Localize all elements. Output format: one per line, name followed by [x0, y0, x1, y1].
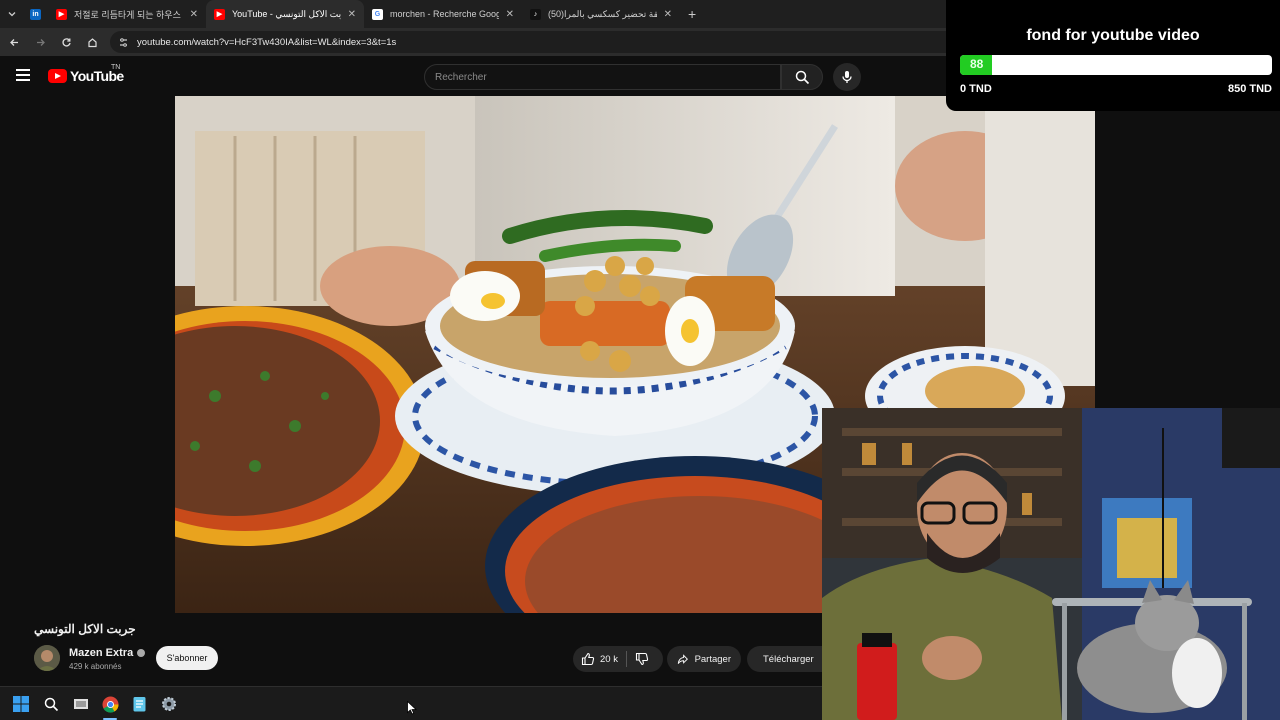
search-input[interactable]: Rechercher	[424, 64, 781, 90]
youtube-favicon-icon: ▶	[56, 8, 67, 20]
tab-search-button[interactable]	[0, 0, 24, 28]
windows-start-icon[interactable]	[12, 695, 30, 713]
tab-2-active[interactable]: ▶ YouTube - جربت الاكل التونسي ✕	[206, 0, 364, 28]
screen: in ▶ 저절로 리듬타게 되는 하우스 ✕ ▶ YouTube - جربت …	[0, 0, 1280, 720]
youtube-play-icon	[48, 69, 67, 83]
tab-label: morchen - Recherche Google	[390, 9, 499, 19]
share-label: Partager	[694, 653, 731, 665]
webcam-overlay	[822, 408, 1280, 720]
google-favicon-icon: G	[372, 8, 383, 20]
webcam-streamer-image	[822, 408, 1280, 720]
arrow-left-icon	[9, 38, 18, 46]
reload-button[interactable]	[54, 30, 78, 54]
subscriber-count: 429 k abonnés	[69, 662, 122, 671]
url-text: youtube.com/watch?v=HcF3Tw430IA&list=WL&…	[137, 36, 397, 48]
like-dislike-group: 20 k	[573, 646, 663, 672]
task-view-icon[interactable]	[72, 695, 90, 713]
donation-progress-bar: 88	[960, 55, 1272, 75]
tab-3[interactable]: G morchen - Recherche Google ✕	[364, 0, 522, 28]
share-button[interactable]: Partager	[667, 646, 741, 672]
search-icon[interactable]	[42, 695, 60, 713]
site-info-icon[interactable]	[118, 37, 129, 48]
tab-1[interactable]: ▶ 저절로 리듬타게 되는 하우스 ✕	[48, 0, 206, 28]
thumbs-down-icon	[635, 652, 649, 666]
task-view-glyph	[74, 699, 88, 709]
donation-goal-widget: fond for youtube video 88 0 TND 850 TND	[946, 0, 1280, 111]
download-button[interactable]: Télécharger	[747, 646, 822, 672]
close-icon[interactable]: ✕	[506, 9, 514, 20]
youtube-logo[interactable]: YouTube TN	[48, 64, 124, 84]
like-button[interactable]: 20 k	[573, 646, 626, 672]
subscribe-button[interactable]: S'abonner	[156, 646, 218, 670]
settings-icon[interactable]	[160, 695, 178, 713]
new-tab-button[interactable]: +	[688, 6, 696, 22]
donation-max-label: 850 TND	[1227, 83, 1272, 95]
mouse-cursor-icon	[407, 701, 417, 715]
download-label: Télécharger	[763, 653, 814, 665]
home-button[interactable]	[80, 30, 104, 54]
menu-icon[interactable]	[16, 69, 30, 81]
tab-label: 저절로 리듬타게 되는 하우스	[74, 9, 181, 20]
video-title: جربت الاكل التونسي	[34, 622, 136, 636]
avatar-image	[34, 645, 60, 671]
chrome-logo	[102, 696, 119, 713]
arrow-right-icon	[36, 38, 45, 46]
close-icon[interactable]: ✕	[190, 9, 198, 20]
channel-name-row[interactable]: Mazen Extra	[69, 647, 146, 659]
dislike-button[interactable]	[627, 646, 657, 672]
search-button[interactable]	[781, 64, 823, 90]
close-icon[interactable]: ✕	[348, 9, 356, 20]
notepad-glyph	[133, 697, 145, 712]
windows-logo	[13, 696, 29, 712]
reload-icon	[61, 37, 71, 47]
share-icon	[677, 653, 688, 664]
donation-title: fond for youtube video	[1026, 27, 1200, 44]
home-icon	[87, 37, 97, 47]
donation-current-amount: 88	[970, 57, 984, 71]
close-icon[interactable]: ✕	[664, 9, 672, 20]
tab-label: (50)طريقة تحضير كسكسي بالمرا	[548, 8, 657, 19]
notepad-icon[interactable]	[130, 695, 148, 713]
magnifier-glyph	[44, 697, 58, 711]
search-icon	[795, 70, 809, 84]
tiktok-favicon-icon: ♪	[530, 8, 541, 20]
verified-icon	[137, 649, 146, 657]
tab-4[interactable]: ♪ (50)طريقة تحضير كسكسي بالمرا ✕	[522, 0, 680, 28]
channel-avatar[interactable]	[34, 645, 60, 671]
chrome-icon[interactable]	[101, 695, 119, 713]
linkedin-icon: in	[30, 8, 41, 20]
country-code: TN	[111, 64, 121, 71]
forward-button[interactable]	[28, 30, 52, 54]
subscribe-label: S'abonner	[166, 653, 208, 663]
thumbs-up-icon	[581, 652, 595, 666]
microphone-icon	[842, 71, 852, 83]
search-placeholder: Rechercher	[435, 71, 487, 83]
gear-glyph	[162, 697, 176, 711]
tab-linkedin[interactable]: in	[24, 0, 48, 28]
voice-search-button[interactable]	[833, 63, 861, 91]
youtube-favicon-icon: ▶	[214, 8, 225, 20]
back-button[interactable]	[2, 30, 26, 54]
donation-min-label: 0 TND	[960, 83, 992, 95]
tab-label: YouTube - جربت الاكل التونسي	[232, 8, 341, 19]
channel-name: Mazen Extra	[69, 647, 134, 659]
like-count: 20 k	[600, 653, 618, 665]
chevron-down-icon	[8, 12, 16, 17]
